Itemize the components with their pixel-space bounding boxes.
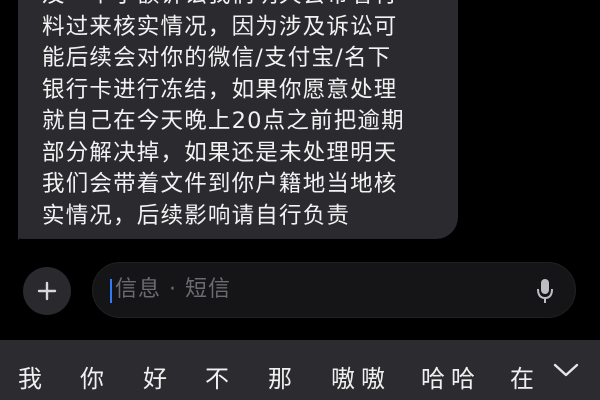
plus-icon xyxy=(37,281,57,301)
message-line: 实情况，后续影响请自行负责 xyxy=(42,202,351,229)
candidate-word[interactable]: 在 xyxy=(510,364,540,394)
candidate-word[interactable]: 那 xyxy=(268,364,298,394)
candidate-word[interactable]: 好 xyxy=(143,364,173,394)
message-line: 料过来核实情况，因为涉及诉讼可 xyxy=(42,13,398,40)
message-line: 就自己在今天晚上20点之前把逾期 xyxy=(42,108,405,134)
message-line: 银行卡进行冻结，如果你愿意处理 xyxy=(42,76,398,103)
candidate-word[interactable]: 哈哈 xyxy=(421,364,481,394)
message-line: 及一个小额诉讼我们明天会带着材 xyxy=(42,0,452,12)
message-input[interactable]: 信息 · 短信 xyxy=(92,262,576,318)
message-input-placeholder: 信息 · 短信 xyxy=(115,277,231,302)
candidate-word[interactable]: 嗷嗷 xyxy=(331,364,391,394)
candidate-word[interactable]: 我 xyxy=(18,364,48,394)
keyboard-candidate-bar: 我 你 好 不 那 嗷嗷 哈哈 在 xyxy=(0,340,600,400)
add-attachment-button[interactable] xyxy=(23,267,71,315)
microphone-icon[interactable] xyxy=(535,277,555,305)
chevron-down-icon[interactable] xyxy=(552,360,580,380)
message-line: 能后续会对你的微信/支付宝/名下 xyxy=(42,45,392,71)
candidate-word[interactable]: 不 xyxy=(205,364,235,394)
messages-screen: 及一个小额诉讼我们明天会带着材 料过来核实情况，因为涉及诉讼可 能后续会对你的微… xyxy=(0,0,600,400)
text-caret xyxy=(110,279,112,303)
message-bubble-tail xyxy=(18,228,34,240)
message-line: 我们会带着文件到你户籍地当地核 xyxy=(42,171,398,197)
candidate-word[interactable]: 你 xyxy=(80,364,110,394)
message-text: 及一个小额诉讼我们明天会带着材 料过来核实情况，因为涉及诉讼可 能后续会对你的微… xyxy=(42,0,452,232)
message-line: 部分解决掉，如果还是未处理明天 xyxy=(42,139,398,166)
